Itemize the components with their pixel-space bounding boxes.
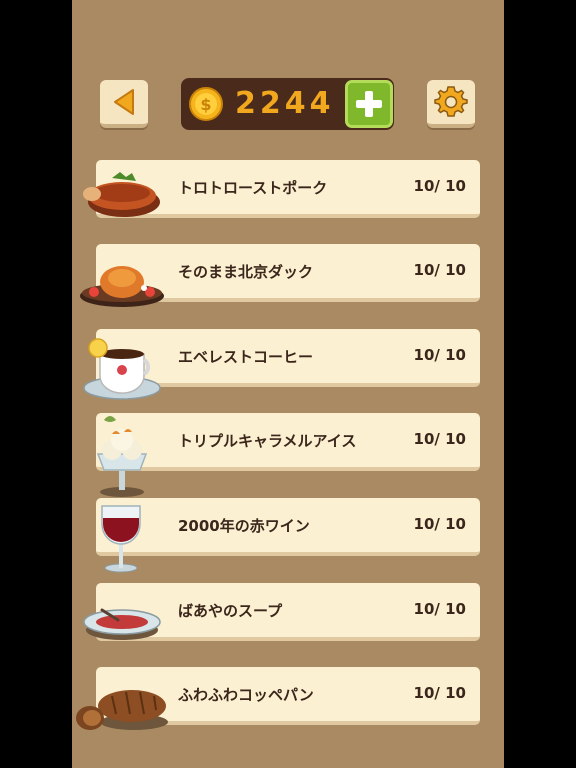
dish-progress: 10/ 10 (413, 346, 466, 364)
dish-name: エベレストコーヒー (178, 348, 314, 366)
svg-text:$: $ (200, 95, 211, 114)
dish-name: トロトローストポーク (178, 179, 328, 197)
dish-name: ふわふわコッペパン (178, 686, 314, 704)
plus-icon (356, 91, 382, 117)
roast-pork-icon (83, 172, 160, 217)
dish-progress: 10/ 10 (413, 261, 466, 279)
dish-name: トリプルキャラメルアイス (178, 432, 357, 450)
list-item[interactable]: トリプルキャラメルアイス 10/ 10 (96, 413, 480, 471)
dish-progress: 10/ 10 (413, 600, 466, 618)
back-arrow-icon (114, 89, 134, 115)
dish-progress: 10/ 10 (413, 177, 466, 195)
red-wine-icon (101, 505, 141, 573)
list-item[interactable]: 2000年の赤ワイン 10/ 10 (96, 498, 480, 556)
ice-cream-icon (96, 416, 148, 497)
soup-bowl-icon (83, 608, 161, 640)
peking-duck-icon (80, 266, 164, 307)
dish-name: ばあやのスープ (178, 602, 283, 620)
coin-icon: $ (189, 87, 223, 121)
coin-count: 2244 (235, 86, 335, 121)
bread-icon (76, 690, 168, 730)
coffee-cup-icon (83, 338, 161, 400)
dish-progress: 10/ 10 (413, 515, 466, 533)
add-coins-button[interactable] (345, 80, 393, 128)
dish-progress: 10/ 10 (413, 684, 466, 702)
settings-button[interactable] (427, 80, 475, 128)
back-button[interactable] (100, 80, 148, 128)
dish-name: 2000年の赤ワイン (178, 517, 310, 535)
dish-progress: 10/ 10 (413, 430, 466, 448)
dish-name: そのまま北京ダック (178, 263, 314, 281)
gear-icon (434, 86, 468, 117)
